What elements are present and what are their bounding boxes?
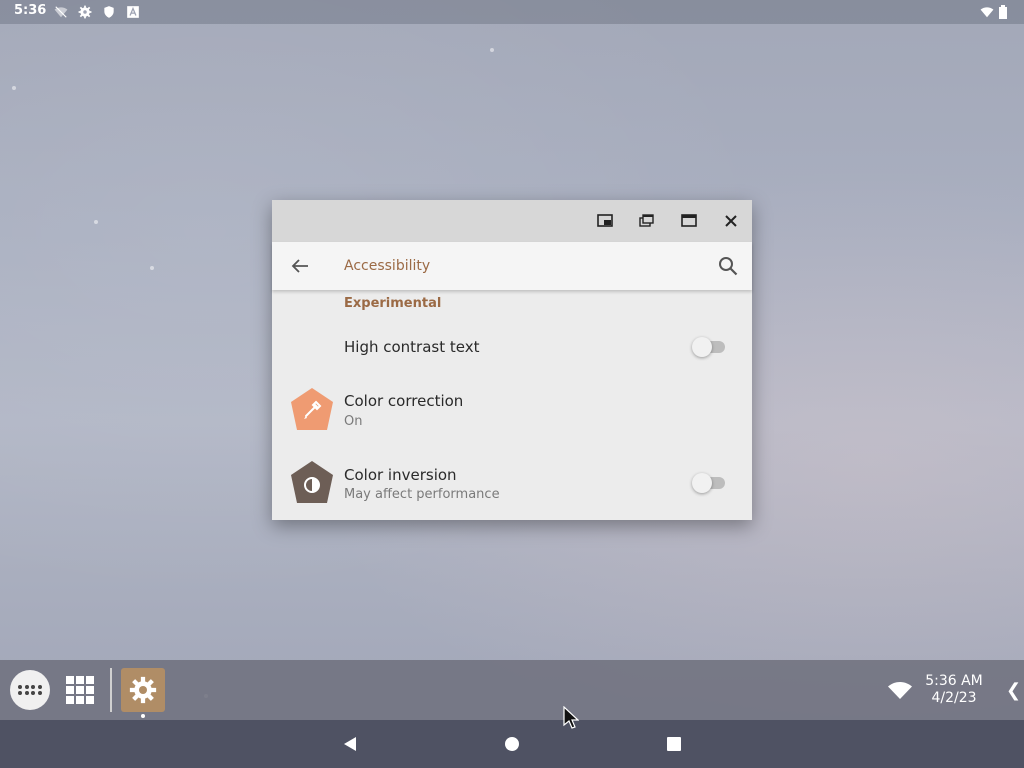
row-title: Color inversion xyxy=(344,466,457,484)
list-item-high-contrast-text[interactable]: High contrast text xyxy=(272,322,752,374)
wallpaper-sparkle xyxy=(150,266,154,270)
running-indicator xyxy=(141,714,145,718)
app-bar: Accessibility xyxy=(272,242,752,290)
eyedropper-icon xyxy=(288,386,336,434)
wifi-icon[interactable] xyxy=(888,680,912,700)
invert-colors-icon xyxy=(288,459,336,507)
row-title: Color correction xyxy=(344,392,464,410)
status-time: 5:36 xyxy=(14,3,47,18)
row-subtitle: On xyxy=(344,414,363,429)
restore-icon[interactable] xyxy=(637,211,657,231)
home-circle-icon[interactable] xyxy=(502,734,522,754)
clock-date: 4/2/23 xyxy=(931,690,977,706)
chevron-left-icon[interactable]: ❮ xyxy=(1006,680,1021,701)
color-inversion-toggle[interactable] xyxy=(692,473,726,493)
list-item-color-inversion[interactable]: Color inversion May affect performance xyxy=(272,450,752,514)
taskbar-divider xyxy=(110,668,112,712)
toggle-thumb xyxy=(692,473,712,493)
wallpaper-sparkle xyxy=(12,86,16,90)
settings-window: Accessibility Experimental High contrast… xyxy=(272,200,752,520)
dots-grid-icon xyxy=(18,685,42,695)
mouse-cursor-icon xyxy=(563,705,580,730)
wifi-icon xyxy=(980,5,994,19)
close-icon[interactable] xyxy=(721,211,741,231)
list-item-color-correction[interactable]: Color correction On xyxy=(272,376,752,440)
row-subtitle: May affect performance xyxy=(344,487,500,502)
arrow-back-icon[interactable] xyxy=(288,254,312,278)
high-contrast-toggle[interactable] xyxy=(692,337,726,357)
maximize-icon[interactable] xyxy=(679,211,699,231)
shield-icon xyxy=(102,5,116,19)
taskbar: 5:36 AM 4/2/23 ❮ xyxy=(0,660,1024,720)
clock-time: 5:36 AM xyxy=(925,673,983,689)
clock[interactable]: 5:36 AM 4/2/23 xyxy=(920,673,988,707)
search-icon[interactable] xyxy=(716,254,740,278)
wifi-off-icon xyxy=(54,5,68,19)
toggle-thumb xyxy=(692,337,712,357)
settings-app-button[interactable] xyxy=(121,668,165,712)
gear-icon xyxy=(78,5,92,19)
row-title: High contrast text xyxy=(344,338,480,356)
navigation-bar xyxy=(0,720,1024,768)
window-titlebar[interactable] xyxy=(272,200,752,242)
wallpaper-sparkle xyxy=(94,220,98,224)
recents-square-icon[interactable] xyxy=(664,734,684,754)
pip-icon[interactable] xyxy=(595,211,615,231)
grid-icon[interactable] xyxy=(64,674,96,706)
text-a-icon xyxy=(126,5,140,19)
wallpaper-sparkle xyxy=(490,48,494,52)
page-title: Accessibility xyxy=(344,258,431,274)
app-drawer-button[interactable] xyxy=(10,670,50,710)
section-header: Experimental xyxy=(344,296,442,311)
back-triangle-icon[interactable] xyxy=(340,734,360,754)
gear-icon xyxy=(129,676,157,704)
battery-icon xyxy=(998,5,1008,19)
status-bar: 5:36 xyxy=(0,0,1024,24)
